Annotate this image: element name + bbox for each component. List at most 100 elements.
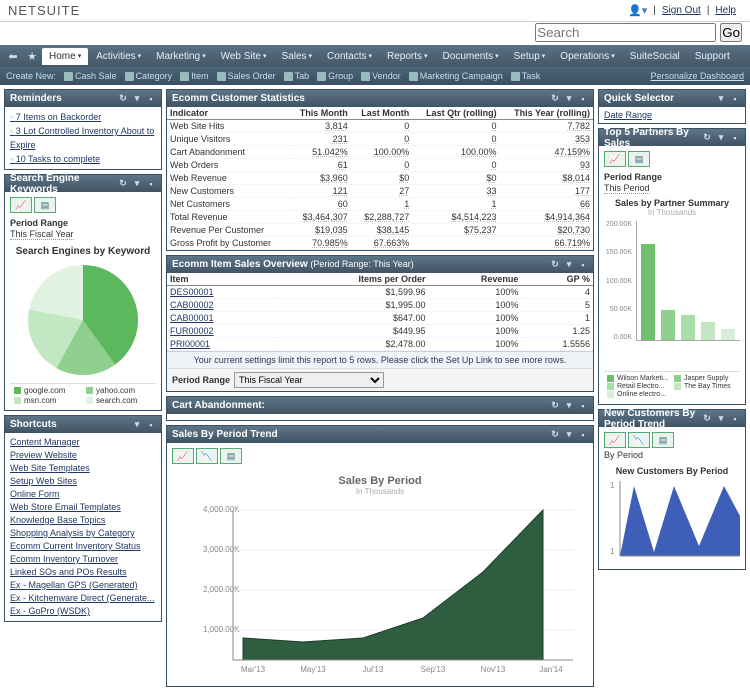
shortcut-link[interactable]: Knowledge Base Topics	[10, 514, 156, 527]
create-task[interactable]: Task	[511, 71, 541, 81]
nav-setup[interactable]: Setup▾	[507, 48, 553, 65]
chart-type-icon[interactable]: 📈	[604, 432, 626, 448]
shortcut-link[interactable]: Ecomm Current Inventory Status	[10, 540, 156, 553]
gear-icon[interactable]: ▾	[564, 94, 574, 104]
collapse-icon[interactable]: ▪	[146, 94, 156, 104]
gear-icon[interactable]: ▾	[716, 94, 726, 104]
refresh-icon[interactable]: ↻	[118, 179, 128, 189]
shortcut-link[interactable]: Shopping Analysis by Category	[10, 527, 156, 540]
refresh-icon[interactable]: ↻	[550, 94, 560, 104]
create-vendor[interactable]: Vendor	[361, 71, 401, 81]
create-group[interactable]: Group	[317, 71, 353, 81]
collapse-icon[interactable]: ▪	[578, 260, 588, 270]
nav-operations[interactable]: Operations▾	[553, 48, 621, 65]
collapse-icon[interactable]: ▪	[730, 94, 740, 104]
go-button[interactable]: Go	[720, 23, 742, 42]
refresh-icon[interactable]: ↻	[702, 414, 712, 424]
reminders-title: Reminders	[10, 93, 62, 104]
personalize-link[interactable]: Personalize Dashboard	[650, 71, 744, 81]
chart-type-icon[interactable]: 📉	[628, 432, 650, 448]
reminder-link[interactable]: 3 Lot Controlled Inventory About to Expi…	[10, 124, 156, 152]
user-icon[interactable]: 👤▾	[628, 4, 647, 17]
partners-title: Top 5 Partners By Sales	[604, 127, 702, 149]
item-link[interactable]: DES00001	[170, 287, 214, 297]
nav-contacts[interactable]: Contacts▾	[320, 48, 379, 65]
gear-icon[interactable]: ▾	[132, 420, 142, 430]
gear-icon[interactable]: ▾	[564, 401, 574, 411]
shortcut-link[interactable]: Web Site Templates	[10, 462, 156, 475]
chart-type-icon[interactable]: ▤	[652, 432, 674, 448]
search-input[interactable]	[535, 23, 716, 42]
sign-out-link[interactable]: Sign Out	[662, 5, 701, 16]
create-tab[interactable]: Tab	[284, 71, 310, 81]
nav-sales[interactable]: Sales▾	[275, 48, 320, 65]
nav-support[interactable]: Support	[688, 48, 737, 65]
item-link[interactable]: CAB00002	[170, 300, 214, 310]
nav-suitesocial[interactable]: SuiteSocial	[623, 48, 687, 65]
chart-type-icon[interactable]: ▤	[220, 448, 242, 464]
gear-icon[interactable]: ▾	[132, 94, 142, 104]
table-row: Net Customers601166	[167, 198, 593, 211]
refresh-icon[interactable]: ↻	[550, 430, 560, 440]
item-link[interactable]: CAB00001	[170, 313, 214, 323]
sales-area-chart: 4,000.00K 3,000.00K 2,000.00K 1,000.00K …	[173, 500, 573, 680]
create-cash-sale[interactable]: Cash Sale	[64, 71, 117, 81]
collapse-icon[interactable]: ▪	[730, 414, 740, 424]
create-sales-order[interactable]: Sales Order	[217, 71, 276, 81]
shortcut-link[interactable]: Content Manager	[10, 436, 156, 449]
refresh-icon[interactable]: ↻	[550, 260, 560, 270]
shortcut-link[interactable]: Setup Web Sites	[10, 475, 156, 488]
help-link[interactable]: Help	[715, 5, 736, 16]
search-engine-keywords-portlet: Search Engine Keywords↻▾▪ 📈▤ Period Rang…	[4, 174, 162, 411]
chart-type-icon[interactable]: 📉	[196, 448, 218, 464]
item-link[interactable]: FUR00002	[170, 326, 214, 336]
nav-home[interactable]: Home▾	[42, 48, 88, 65]
collapse-icon[interactable]: ▪	[730, 133, 740, 143]
period-range-value[interactable]: This Fiscal Year	[10, 229, 74, 240]
refresh-icon[interactable]: ↻	[118, 94, 128, 104]
svg-text:Sep'13: Sep'13	[421, 665, 446, 674]
shortcut-link[interactable]: Ex - GoPro (WSDK)	[10, 605, 156, 618]
collapse-icon[interactable]: ▪	[578, 94, 588, 104]
gear-icon[interactable]: ▾	[716, 133, 726, 143]
refresh-icon[interactable]: ↻	[550, 401, 560, 411]
expand-icon[interactable]: ▪	[578, 401, 588, 411]
svg-text:May'13: May'13	[300, 665, 326, 674]
gear-icon[interactable]: ▾	[716, 414, 726, 424]
chart-type-icon[interactable]: ▤	[628, 151, 650, 167]
gear-icon[interactable]: ▾	[132, 179, 142, 189]
shortcut-link[interactable]: Online Form	[10, 488, 156, 501]
items-range-select[interactable]: This Fiscal Year	[234, 372, 384, 388]
collapse-icon[interactable]: ▪	[146, 420, 156, 430]
nav-documents[interactable]: Documents▾	[436, 48, 506, 65]
back-icon[interactable]: ⬅	[4, 47, 22, 65]
favorite-icon[interactable]: ★	[23, 47, 41, 65]
shortcut-link[interactable]: Ecomm Inventory Turnover	[10, 553, 156, 566]
nav-marketing[interactable]: Marketing▾	[149, 48, 212, 65]
item-link[interactable]: PRI00001	[170, 339, 210, 349]
collapse-icon[interactable]: ▪	[578, 430, 588, 440]
create-category[interactable]: Category	[125, 71, 173, 81]
shortcut-link[interactable]: Ex - Magellan GPS (Generated)	[10, 579, 156, 592]
chart-bar-icon[interactable]: ▤	[34, 197, 56, 213]
create-campaign[interactable]: Marketing Campaign	[409, 71, 503, 81]
shortcut-link[interactable]: Preview Website	[10, 449, 156, 462]
chart-type-icon[interactable]: 📈	[172, 448, 194, 464]
reminder-link[interactable]: 10 Tasks to complete	[10, 152, 156, 166]
nav-activities[interactable]: Activities▾	[89, 48, 148, 65]
gear-icon[interactable]: ▾	[564, 260, 574, 270]
nav-website[interactable]: Web Site▾	[214, 48, 274, 65]
shortcut-link[interactable]: Ex - Kitchenware Direct (Generate...	[10, 592, 156, 605]
shortcut-link[interactable]: Web Store Email Templates	[10, 501, 156, 514]
refresh-icon[interactable]: ↻	[702, 133, 712, 143]
date-range-link[interactable]: Date Range	[604, 110, 652, 120]
partners-range-value[interactable]: This Period	[604, 183, 650, 194]
chart-type-icon[interactable]: 📈	[604, 151, 626, 167]
gear-icon[interactable]: ▾	[564, 430, 574, 440]
chart-line-icon[interactable]: 📈	[10, 197, 32, 213]
reminder-link[interactable]: 7 Items on Backorder	[10, 110, 156, 124]
nav-reports[interactable]: Reports▾	[380, 48, 435, 65]
shortcut-link[interactable]: Linked SOs and POs Results	[10, 566, 156, 579]
create-item[interactable]: Item	[180, 71, 209, 81]
collapse-icon[interactable]: ▪	[146, 179, 156, 189]
